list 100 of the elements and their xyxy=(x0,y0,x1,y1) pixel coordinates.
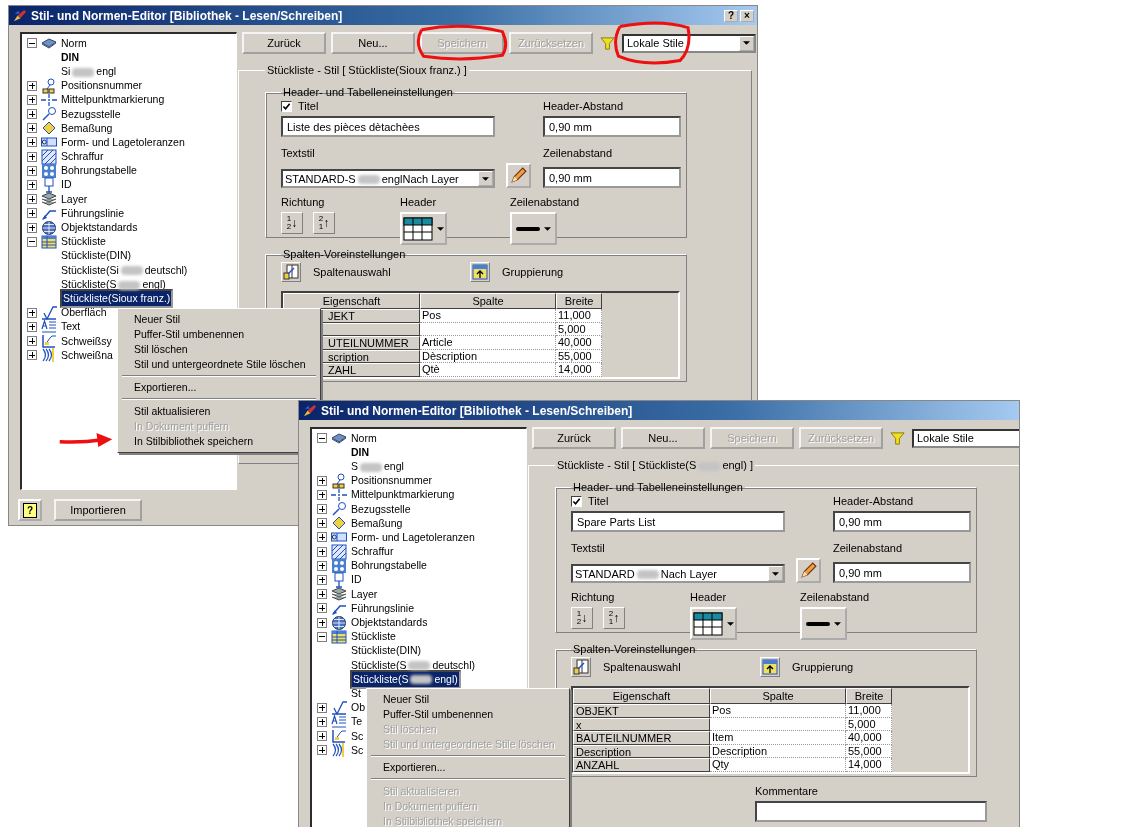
text-field[interactable]: Spare Parts List xyxy=(571,511,785,532)
tree-item[interactable]: Schweißsy xyxy=(60,334,113,348)
expander-icon[interactable] xyxy=(27,208,37,219)
tree-item[interactable]: Sc xyxy=(350,743,365,757)
tree-item[interactable]: DIN xyxy=(350,445,371,459)
tree-item[interactable]: Schraffur xyxy=(350,545,395,559)
column-header[interactable]: Breite xyxy=(556,293,602,309)
menu-item[interactable]: Stil löschen xyxy=(120,342,188,355)
expander-icon[interactable] xyxy=(27,350,37,361)
menu-item[interactable]: Puffer-Stil umbenennen xyxy=(369,707,494,720)
header-style-button[interactable] xyxy=(690,607,737,640)
title-bar-button[interactable]: ? xyxy=(724,9,738,22)
expander-icon[interactable] xyxy=(27,222,37,233)
tree-item[interactable]: Objektstandards xyxy=(60,221,139,235)
toolbar-button[interactable]: Zurück xyxy=(532,427,616,449)
expander-icon[interactable] xyxy=(27,179,37,190)
expander-icon[interactable] xyxy=(317,518,327,529)
tree-item[interactable]: Ob xyxy=(350,701,366,715)
tree-item[interactable]: Schweißna xyxy=(60,348,114,362)
tree-item[interactable]: ID xyxy=(350,573,363,587)
menu-item[interactable]: Exportieren... xyxy=(120,381,197,394)
checkbox[interactable] xyxy=(281,100,292,112)
expander-icon[interactable] xyxy=(27,165,37,176)
tree-item[interactable]: DIN xyxy=(60,50,81,64)
expander-icon[interactable] xyxy=(317,560,327,571)
import-button[interactable]: Importieren xyxy=(54,499,142,521)
toolbar-button[interactable]: Neu... xyxy=(331,32,415,54)
tree-item[interactable]: Bezugsstelle xyxy=(60,107,122,121)
column-select-button[interactable] xyxy=(571,657,591,677)
tree-item[interactable]: Bohrungstabelle xyxy=(350,559,428,573)
expander-icon[interactable] xyxy=(27,151,37,162)
expander-icon[interactable] xyxy=(27,38,37,49)
tree-item[interactable]: Führungslinie xyxy=(60,206,126,220)
column-header[interactable]: Spalte xyxy=(710,688,846,704)
tree-item[interactable]: Text xyxy=(60,320,82,334)
tree-item[interactable]: ID xyxy=(60,178,73,192)
expander-icon[interactable] xyxy=(317,475,327,486)
expander-icon[interactable] xyxy=(27,321,37,332)
expander-icon[interactable] xyxy=(27,109,37,120)
menu-item[interactable]: Neuer Stil xyxy=(369,692,430,705)
checkbox[interactable] xyxy=(571,495,582,507)
tree-item[interactable]: Te xyxy=(350,715,364,729)
tree-item[interactable]: Schraffur xyxy=(60,150,105,164)
tree-item[interactable]: Norm xyxy=(60,36,88,50)
expander-icon[interactable] xyxy=(317,433,327,444)
tree-item[interactable]: Mittelpunktmarkierung xyxy=(350,488,456,502)
tree-item[interactable]: Positionsnummer xyxy=(60,79,144,93)
tree-item[interactable]: Stückliste xyxy=(60,235,107,249)
toolbar-button[interactable]: Zurück xyxy=(242,32,326,54)
text-field[interactable]: Liste des pièces dètachèes xyxy=(281,116,495,137)
tree-item[interactable]: Layer xyxy=(60,192,89,206)
text-style-dropdown[interactable]: STANDARD-S englNach Layer xyxy=(281,169,495,188)
tree-item[interactable]: Objektstandards xyxy=(350,616,429,630)
tree-item[interactable]: Mittelpunktmarkierung xyxy=(60,93,166,107)
tree-item[interactable]: Stückliste(Si deutschl) xyxy=(60,263,189,277)
tree-item[interactable]: Si engl xyxy=(60,64,118,78)
expander-icon[interactable] xyxy=(27,236,37,247)
expander-icon[interactable] xyxy=(27,336,37,347)
style-filter-dropdown[interactable]: Lokale Stile xyxy=(912,428,1019,448)
text-style-dropdown[interactable]: STANDARD Nach Layer xyxy=(571,564,785,583)
expander-icon[interactable] xyxy=(27,123,37,134)
toolbar-button[interactable]: Neu... xyxy=(621,427,705,449)
column-header[interactable]: Spalte xyxy=(420,293,556,309)
text-field[interactable]: 0,90 mm xyxy=(543,116,681,137)
tree-item[interactable]: Stückliste(DIN) xyxy=(60,249,132,263)
expander-icon[interactable] xyxy=(317,546,327,557)
tree-item[interactable]: Stückliste(S engl) xyxy=(350,669,461,689)
tree-item[interactable]: Norm xyxy=(350,431,378,445)
text-field[interactable]: 0,90 mm xyxy=(833,562,971,583)
grouping-button[interactable] xyxy=(760,657,780,677)
help-button[interactable]: ? xyxy=(18,499,42,521)
line-style-button[interactable] xyxy=(800,607,847,640)
tree-item[interactable]: Stückliste(Sioux franz.) xyxy=(60,288,174,308)
menu-item[interactable]: Puffer-Stil umbenennen xyxy=(120,327,245,340)
expander-icon[interactable] xyxy=(317,532,327,543)
tree-item[interactable]: Positionsnummer xyxy=(350,474,434,488)
line-style-button[interactable] xyxy=(510,212,557,245)
tree-item[interactable]: Stückliste(S deutschl) xyxy=(350,658,477,672)
tree-item[interactable]: St xyxy=(350,686,362,700)
expander-icon[interactable] xyxy=(27,194,37,205)
text-field[interactable]: 0,90 mm xyxy=(833,511,971,532)
expander-icon[interactable] xyxy=(27,137,37,148)
tree-item[interactable]: Oberfläch xyxy=(60,306,108,320)
tree-item[interactable]: Form- und Lagetoleranzen xyxy=(350,530,476,544)
menu-item[interactable]: Neuer Stil xyxy=(120,312,181,325)
tree-item[interactable]: Bezugsstelle xyxy=(350,502,412,516)
text-field[interactable] xyxy=(755,801,987,822)
expander-icon[interactable] xyxy=(317,504,327,515)
expander-icon[interactable] xyxy=(317,745,327,756)
expander-icon[interactable] xyxy=(317,603,327,614)
menu-item[interactable]: Exportieren... xyxy=(369,761,446,774)
text-field[interactable]: 0,90 mm xyxy=(543,167,681,188)
grouping-button[interactable] xyxy=(470,262,490,282)
tree-item[interactable]: Bemaßung xyxy=(350,516,404,530)
expander-icon[interactable] xyxy=(317,702,327,713)
expander-icon[interactable] xyxy=(317,489,327,500)
column-select-button[interactable] xyxy=(281,262,301,282)
tree-item[interactable]: Sc xyxy=(350,729,365,743)
edit-button[interactable] xyxy=(506,163,531,188)
style-filter-dropdown[interactable]: Lokale Stile xyxy=(622,33,756,53)
